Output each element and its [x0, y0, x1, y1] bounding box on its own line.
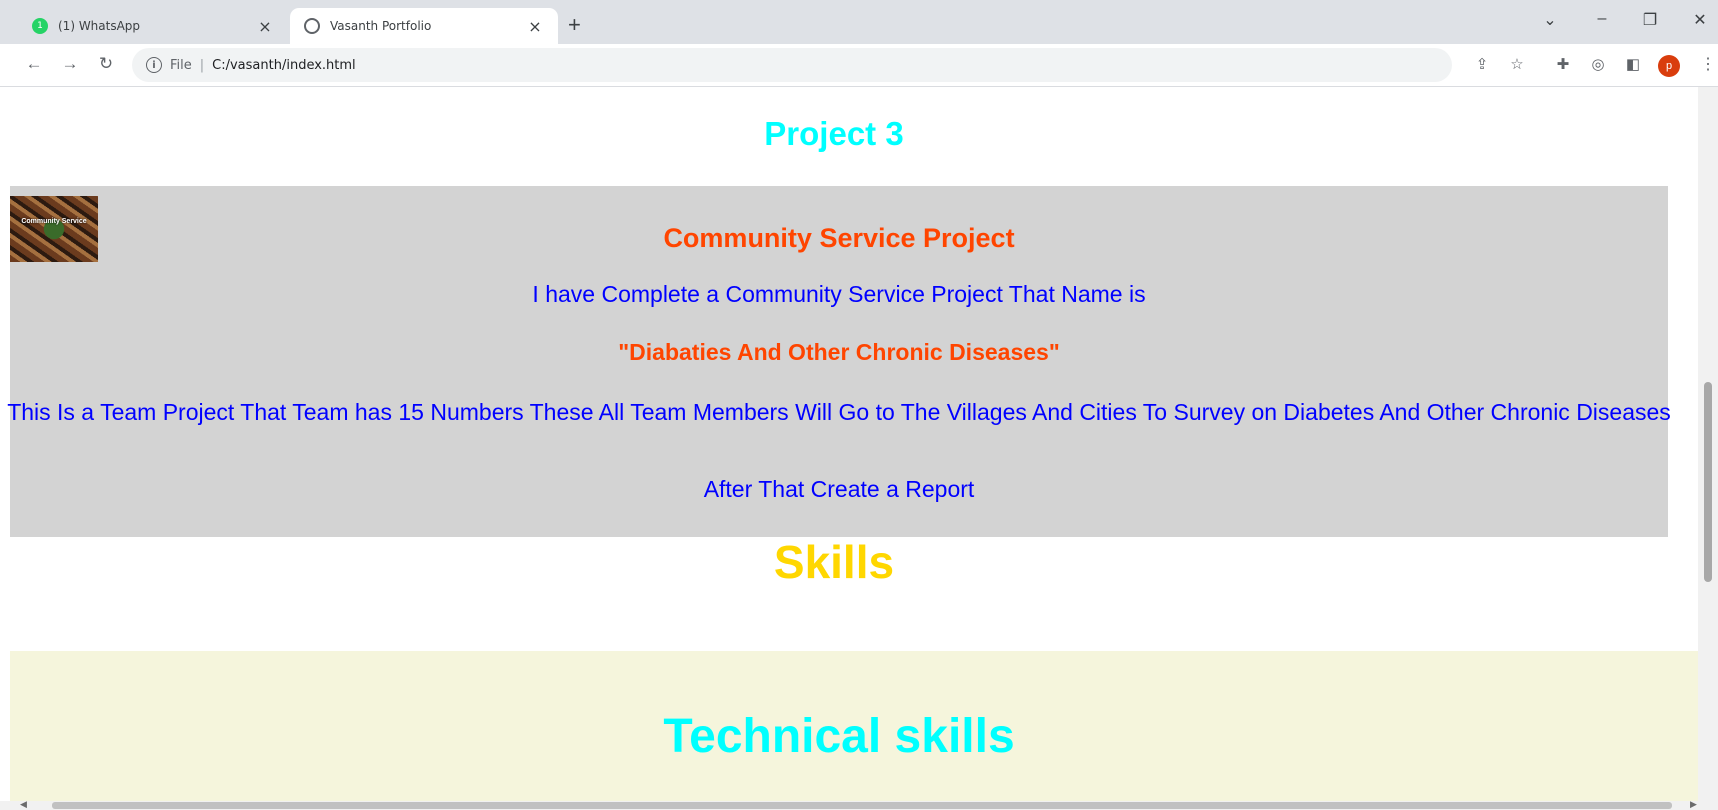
scroll-left-icon[interactable]: ◀: [20, 799, 27, 810]
project-name-quote: "Diabaties And Other Chronic Diseases": [618, 339, 1060, 365]
back-icon[interactable]: ←: [22, 54, 46, 74]
close-window-button[interactable]: ✕: [1688, 10, 1712, 30]
reload-icon[interactable]: ↻: [94, 54, 118, 74]
browser-toolbar: ← → ↻ i File | C:/vasanth/index.html ⇪ ☆…: [0, 44, 1718, 87]
extensions-icon[interactable]: ✚: [1552, 55, 1574, 73]
page-viewport: Project 3 Community Service Community Se…: [0, 87, 1718, 801]
horizontal-scrollbar-thumb[interactable]: [52, 802, 1672, 809]
technical-skills-section: Technical skills: [10, 651, 1718, 801]
minimize-button[interactable]: –: [1590, 10, 1614, 28]
project-description-2: This Is a Team Project That Team has 15 …: [7, 399, 1671, 425]
skills-heading: Skills: [773, 536, 895, 588]
tab-title: (1) WhatsApp: [58, 19, 141, 33]
browser-chrome: 1 (1) WhatsApp × Vasanth Portfolio × + ⌄…: [0, 0, 1718, 87]
technical-skills-heading: Technical skills: [663, 710, 1015, 763]
project-title: Community Service Project: [663, 223, 1015, 253]
share-icon[interactable]: ⇪: [1471, 55, 1493, 73]
project-description-1: I have Complete a Community Service Proj…: [532, 281, 1146, 307]
side-panel-icon[interactable]: ◧: [1622, 55, 1644, 73]
address-bar[interactable]: i File | C:/vasanth/index.html: [132, 48, 1452, 82]
project-heading: Project 3: [764, 115, 904, 152]
close-tab-icon[interactable]: ×: [526, 17, 544, 36]
info-icon[interactable]: i: [146, 57, 162, 73]
tab-title: Vasanth Portfolio: [330, 19, 432, 33]
close-tab-icon[interactable]: ×: [256, 17, 274, 36]
project-description-3: After That Create a Report: [703, 476, 975, 502]
address-scheme: File: [170, 57, 192, 73]
globe-icon: [304, 18, 320, 34]
address-path: C:/vasanth/index.html: [212, 57, 356, 73]
new-tab-button[interactable]: +: [568, 14, 581, 36]
tab-strip: 1 (1) WhatsApp × Vasanth Portfolio × + ⌄…: [0, 0, 1718, 44]
whatsapp-icon: 1: [32, 18, 48, 34]
media-icon[interactable]: ◎: [1587, 55, 1609, 73]
address-separator: |: [199, 57, 205, 73]
vertical-scrollbar[interactable]: [1698, 87, 1718, 801]
bookmark-star-icon[interactable]: ☆: [1506, 55, 1528, 73]
scroll-right-icon[interactable]: ▶: [1690, 799, 1697, 810]
vertical-scrollbar-thumb[interactable]: [1704, 382, 1712, 582]
menu-icon[interactable]: ⋮: [1700, 54, 1716, 74]
restore-button[interactable]: ❐: [1638, 10, 1662, 30]
forward-icon[interactable]: →: [58, 54, 82, 74]
horizontal-scrollbar[interactable]: ◀ ▶: [0, 799, 1718, 810]
tab-whatsapp[interactable]: 1 (1) WhatsApp ×: [18, 8, 288, 44]
tab-search-icon[interactable]: ⌄: [1538, 10, 1562, 30]
tab-vasanth-portfolio[interactable]: Vasanth Portfolio ×: [290, 8, 558, 44]
profile-avatar[interactable]: p: [1658, 55, 1680, 77]
project-card: Community Service Community Service Proj…: [7, 186, 1671, 537]
